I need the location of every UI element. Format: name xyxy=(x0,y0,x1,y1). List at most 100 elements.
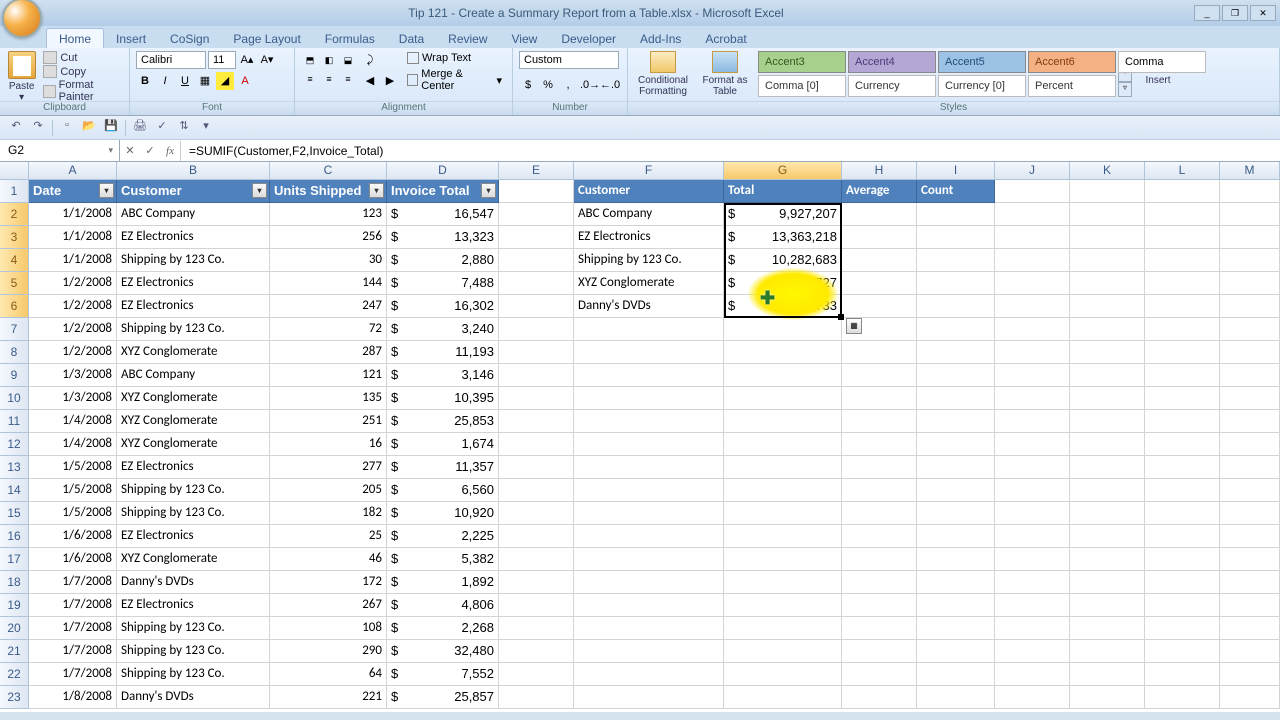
cell[interactable] xyxy=(1070,203,1145,226)
gallery-more-button[interactable]: ▿ xyxy=(1118,82,1132,97)
filter-button[interactable]: ▾ xyxy=(99,183,114,198)
cell[interactable] xyxy=(1220,180,1280,203)
undo-button[interactable]: ↶ xyxy=(6,119,26,137)
cell[interactable]: $1,674 xyxy=(387,433,499,456)
cell[interactable] xyxy=(574,686,724,709)
cell[interactable] xyxy=(1070,456,1145,479)
row-header-8[interactable]: 8 xyxy=(0,341,29,364)
cell[interactable] xyxy=(574,341,724,364)
decrease-decimal-button[interactable]: ←.0 xyxy=(599,76,617,94)
cell[interactable] xyxy=(842,640,917,663)
cell[interactable] xyxy=(1145,456,1220,479)
row-header-6[interactable]: 6 xyxy=(0,295,29,318)
font-size-combo[interactable]: 11 xyxy=(208,51,236,69)
cell[interactable] xyxy=(995,433,1070,456)
row-header-9[interactable]: 9 xyxy=(0,364,29,387)
italic-button[interactable]: I xyxy=(156,72,174,90)
cell[interactable] xyxy=(724,571,842,594)
cell[interactable] xyxy=(842,456,917,479)
row-header-13[interactable]: 13 xyxy=(0,456,29,479)
cell[interactable]: EZ Electronics xyxy=(117,525,270,548)
cell[interactable] xyxy=(1070,318,1145,341)
cell[interactable] xyxy=(995,364,1070,387)
cell[interactable] xyxy=(917,249,995,272)
row-header-11[interactable]: 11 xyxy=(0,410,29,433)
style-accent3[interactable]: Accent3 xyxy=(758,51,846,73)
cell[interactable] xyxy=(1220,479,1280,502)
cell[interactable] xyxy=(1070,272,1145,295)
cell[interactable] xyxy=(917,226,995,249)
row-header-15[interactable]: 15 xyxy=(0,502,29,525)
cell[interactable] xyxy=(724,318,842,341)
cell[interactable]: 287 xyxy=(270,341,387,364)
tab-page-layout[interactable]: Page Layout xyxy=(221,29,312,48)
cell[interactable] xyxy=(1070,364,1145,387)
cell[interactable]: Shipping by 123 Co. xyxy=(117,502,270,525)
minimize-button[interactable]: _ xyxy=(1194,5,1220,21)
cell[interactable]: $9,927,207 xyxy=(724,203,842,226)
conditional-formatting-button[interactable]: Conditional Formatting xyxy=(634,51,692,97)
tab-data[interactable]: Data xyxy=(387,29,436,48)
cell[interactable] xyxy=(1220,249,1280,272)
cell[interactable] xyxy=(574,617,724,640)
row-header-7[interactable]: 7 xyxy=(0,318,29,341)
shrink-font-button[interactable]: A▾ xyxy=(258,51,276,69)
row-header-4[interactable]: 4 xyxy=(0,249,29,272)
cell[interactable] xyxy=(574,410,724,433)
cell[interactable] xyxy=(842,387,917,410)
tab-home[interactable]: Home xyxy=(46,28,104,48)
cell[interactable] xyxy=(1145,295,1220,318)
cell[interactable]: 108 xyxy=(270,617,387,640)
tab-cosign[interactable]: CoSign xyxy=(158,29,221,48)
col-header-H[interactable]: H xyxy=(842,162,917,180)
cell[interactable] xyxy=(842,203,917,226)
cell[interactable] xyxy=(1070,571,1145,594)
increase-indent-button[interactable]: ▶ xyxy=(381,72,399,90)
cell[interactable] xyxy=(995,249,1070,272)
cell[interactable] xyxy=(917,525,995,548)
cell[interactable]: $3,146 xyxy=(387,364,499,387)
cell[interactable]: $11,357 xyxy=(387,456,499,479)
style-currency[interactable]: Currency xyxy=(848,75,936,97)
cell[interactable] xyxy=(574,502,724,525)
row-header-21[interactable]: 21 xyxy=(0,640,29,663)
cell[interactable] xyxy=(1145,433,1220,456)
cell[interactable]: 277 xyxy=(270,456,387,479)
cell[interactable]: 182 xyxy=(270,502,387,525)
align-center-button[interactable]: ≡ xyxy=(320,70,338,88)
increase-decimal-button[interactable]: .0→ xyxy=(579,76,597,94)
cell[interactable] xyxy=(724,663,842,686)
cell[interactable] xyxy=(917,663,995,686)
cell[interactable] xyxy=(1220,617,1280,640)
cell[interactable]: 1/5/2008 xyxy=(29,502,117,525)
cell[interactable] xyxy=(917,433,995,456)
cell[interactable] xyxy=(995,640,1070,663)
col-header-K[interactable]: K xyxy=(1070,162,1145,180)
cell[interactable]: Shipping by 123 Co. xyxy=(117,318,270,341)
cell[interactable] xyxy=(574,663,724,686)
orientation-button[interactable]: ⤸ xyxy=(361,51,379,69)
cell[interactable]: Customer xyxy=(574,180,724,203)
cell[interactable] xyxy=(995,180,1070,203)
cell[interactable]: Shipping by 123 Co. xyxy=(574,249,724,272)
column-headers[interactable]: ABCDEFGHIJKLM xyxy=(29,162,1280,180)
bold-button[interactable]: B xyxy=(136,72,154,90)
style-comma-0-[interactable]: Comma [0] xyxy=(758,75,846,97)
cell[interactable]: 1/7/2008 xyxy=(29,663,117,686)
row-header-16[interactable]: 16 xyxy=(0,525,29,548)
cell[interactable] xyxy=(995,594,1070,617)
cell[interactable] xyxy=(995,479,1070,502)
cell[interactable] xyxy=(995,548,1070,571)
cell[interactable] xyxy=(724,640,842,663)
cell[interactable]: 30 xyxy=(270,249,387,272)
cell[interactable] xyxy=(842,663,917,686)
cell[interactable] xyxy=(995,571,1070,594)
cell[interactable] xyxy=(1070,226,1145,249)
style-percent[interactable]: Percent xyxy=(1028,75,1116,97)
cell[interactable] xyxy=(1070,479,1145,502)
cell[interactable]: $11,193 xyxy=(387,341,499,364)
cell-styles-gallery[interactable]: ▴▾▿ Accent3Accent4Accent5Accent6Comma [0… xyxy=(758,51,1116,97)
col-header-J[interactable]: J xyxy=(995,162,1070,180)
cell[interactable]: 1/5/2008 xyxy=(29,456,117,479)
cell[interactable] xyxy=(499,226,574,249)
